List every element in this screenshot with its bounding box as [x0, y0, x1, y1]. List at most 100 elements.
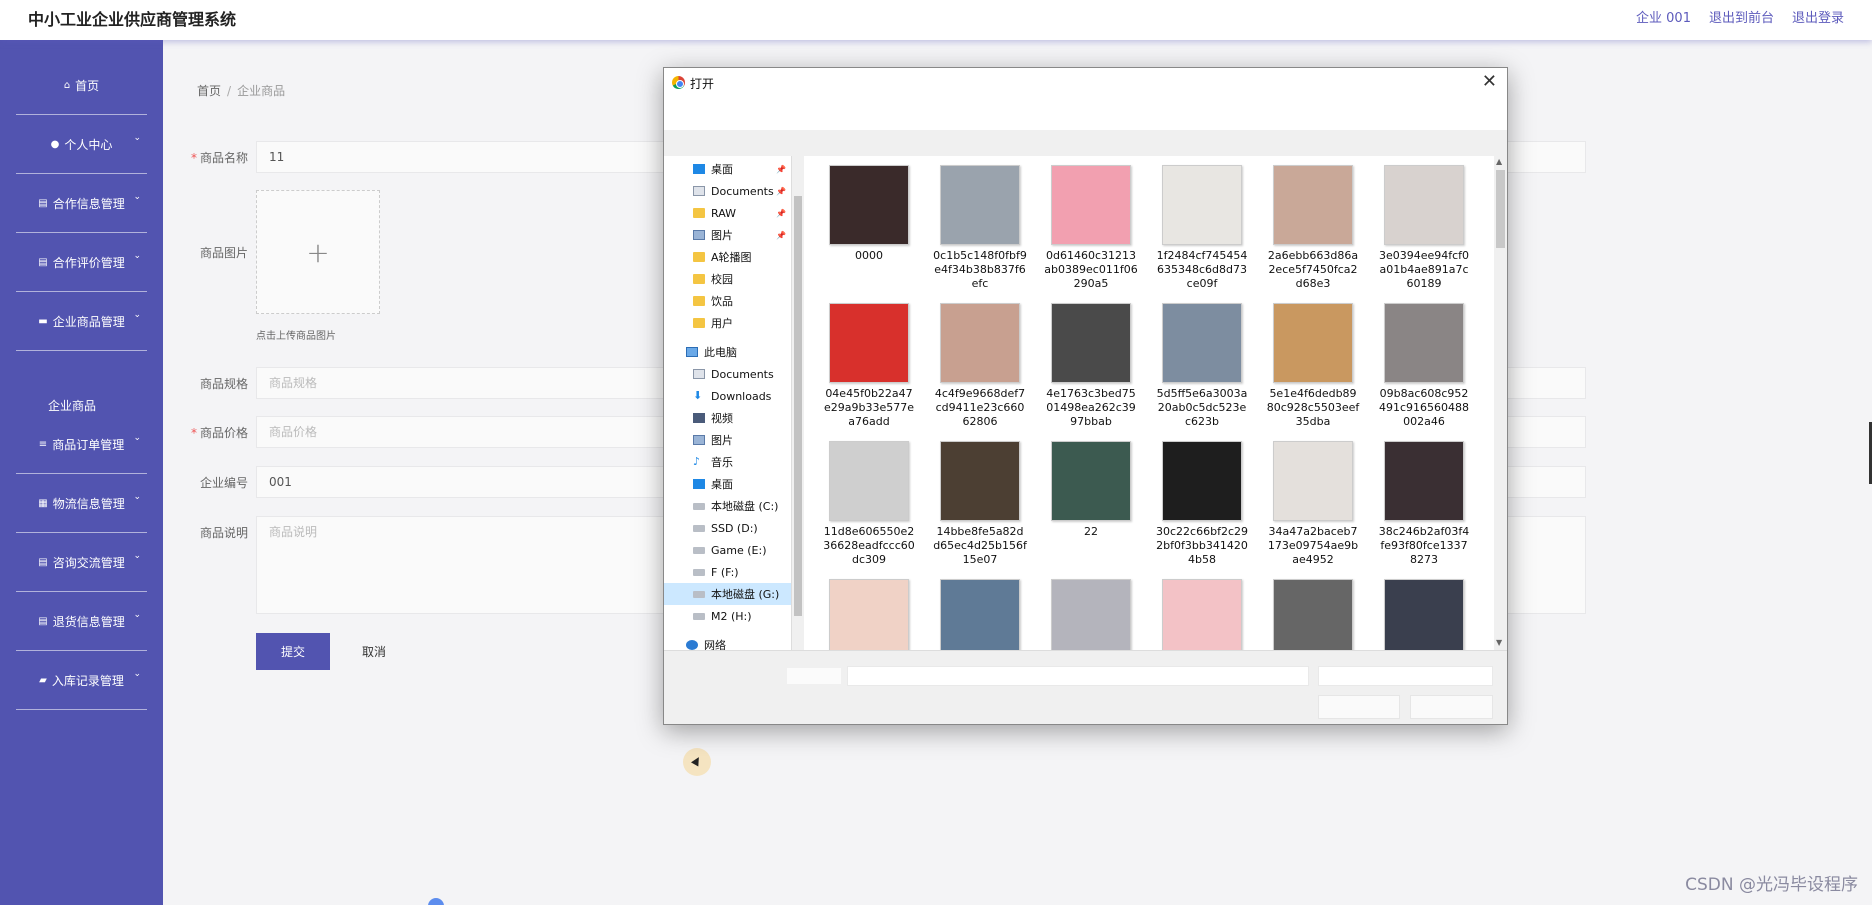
user-icon: ● [50, 138, 60, 150]
nav-item[interactable]: 本地磁盘 (C:) [664, 495, 791, 517]
nav-item[interactable]: 图片 [664, 429, 791, 451]
file-thumbnail [1051, 579, 1131, 650]
file-tile[interactable]: 4e1763c3bed7501498ea262c3997bbab [1036, 303, 1146, 429]
nav-item-label: 此电脑 [704, 346, 737, 359]
nav-item[interactable]: 用户 [664, 312, 791, 334]
file-tile[interactable]: 30c22c66bf2c292bf0f3bb3414204b58 [1147, 441, 1257, 567]
net-icon [686, 640, 698, 650]
file-tile[interactable]: 11d8e606550e236628eadfccc60dc309 [814, 441, 924, 567]
vid-icon [693, 413, 705, 423]
file-list-scrollbar[interactable]: ▲ ▼ [1494, 156, 1507, 650]
nav-item[interactable]: 本地磁盘 (G:) [664, 583, 791, 605]
cancel-button[interactable]: 取消 [352, 633, 396, 670]
logout-link[interactable]: 退出登录 [1792, 7, 1844, 26]
sidebar-item-label: 退货信息管理 [52, 614, 125, 629]
grid-icon: ▦ [38, 497, 48, 509]
filetype-select[interactable] [1318, 666, 1493, 686]
sidebar-item-label: 首页 [75, 78, 100, 93]
close-icon[interactable]: ✕ [1482, 71, 1497, 92]
file-name: 5d5ff5e6a3003a20ab0c5dc523ec623b [1156, 387, 1248, 428]
filename-input[interactable] [847, 666, 1309, 686]
file-tile[interactable]: 5e1e4f6dedb8980c928c5503eef35dba [1258, 303, 1368, 429]
nav-item[interactable]: SSD (D:) [664, 517, 791, 539]
sidebar-item-6[interactable]: ▦ 物流信息管理 ⌄ [16, 474, 147, 533]
sidebar-item-5[interactable]: ≡ 商品订单管理 ⌄ [16, 415, 147, 474]
nav-item[interactable]: Documents [664, 363, 791, 385]
mouse-cursor-icon [683, 748, 711, 776]
sidebar-item-9[interactable]: ▰ 入库记录管理 ⌄ [16, 651, 147, 710]
nav-item[interactable]: 网络 [664, 634, 791, 650]
scroll-down-icon[interactable]: ▼ [1496, 638, 1502, 647]
file-tile[interactable]: 2a6ebb663d86a2ece5f7450fca2d68e3 [1258, 165, 1368, 291]
sidebar-item-label: 物流信息管理 [52, 496, 125, 511]
breadcrumb-home[interactable]: 首页 [197, 84, 221, 98]
file-thumbnail [1051, 303, 1131, 383]
image-upload-box[interactable]: + [256, 190, 380, 314]
app-title: 中小工业企业供应商管理系统 [28, 10, 237, 29]
file-tile[interactable]: 0c1b5c148f0fbf9e4f34b38b837f6efc [925, 165, 1035, 291]
file-tile[interactable] [1369, 579, 1479, 650]
sidebar-subitem-company-goods[interactable]: 企业商品 [48, 397, 96, 414]
file-tile[interactable] [1147, 579, 1257, 650]
file-name: 04e45f0b22a47e29a9b33e577ea76add [823, 387, 914, 428]
pin-icon: 📌 [776, 230, 786, 240]
file-tile[interactable]: 34a47a2baceb7173e09754ae9bae4952 [1258, 441, 1368, 567]
sidebar-item-2[interactable]: ▤ 合作信息管理 ⌄ [16, 174, 147, 233]
nav-item[interactable]: 图片 📌 [664, 224, 791, 246]
nav-item[interactable]: 桌面 📌 [664, 158, 791, 180]
nav-item[interactable]: 此电脑 [664, 341, 791, 363]
nav-item[interactable]: RAW 📌 [664, 202, 791, 224]
nav-item[interactable]: 视频 [664, 407, 791, 429]
file-tile[interactable]: 04e45f0b22a47e29a9b33e577ea76add [814, 303, 924, 429]
nav-item-label: 用户 [711, 317, 733, 330]
sidebar-item-1[interactable]: ● 个人中心 ⌄ [16, 115, 147, 174]
company-link[interactable]: 企业 001 [1636, 7, 1691, 26]
sidebar-item-0[interactable]: ⌂ 首页 [16, 56, 147, 115]
file-list: 0000 0c1b5c148f0fbf9e4f34b38b837f6efc 0d61… [804, 156, 1494, 650]
sidebar-item-3[interactable]: ▤ 合作评价管理 ⌄ [16, 233, 147, 292]
file-tile[interactable]: 38c246b2af03f4fe93f80fce13378273 [1369, 441, 1479, 567]
file-name: 22 [1084, 525, 1098, 538]
file-thumbnail [1162, 165, 1242, 245]
file-tile[interactable]: 14bbe8fe5a82dd65ec4d25b156f15e07 [925, 441, 1035, 567]
pc-icon [686, 347, 698, 357]
nav-item[interactable]: ♪ 音乐 [664, 451, 791, 473]
nav-scrollbar[interactable] [792, 156, 804, 650]
open-button[interactable] [1318, 695, 1400, 719]
exit-to-front-link[interactable]: 退出到前台 [1709, 7, 1774, 26]
file-tile[interactable]: 0000 [814, 165, 924, 263]
sidebar-item-4[interactable]: ▬ 企业商品管理 ⌄ [16, 292, 147, 351]
file-tile[interactable]: 1f2484cf745454635348c6d8d73ce09f [1147, 165, 1257, 291]
submit-button[interactable]: 提交 [256, 633, 330, 670]
nav-item[interactable]: M2 (H:) [664, 605, 791, 627]
nav-item[interactable]: 校园 [664, 268, 791, 290]
nav-item[interactable]: F (F:) [664, 561, 791, 583]
nav-item[interactable]: 饮品 [664, 290, 791, 312]
file-tile[interactable] [814, 579, 924, 650]
nav-item[interactable]: Game (E:) [664, 539, 791, 561]
file-tile[interactable] [1258, 579, 1368, 650]
file-tile[interactable]: 3e0394ee94fcf0a01b4ae891a7c60189 [1369, 165, 1479, 291]
file-tile[interactable]: 4c4f9e9668def7cd9411e23c66062806 [925, 303, 1035, 429]
file-scroll-thumb[interactable] [1496, 170, 1505, 248]
sidebar-item-8[interactable]: ▤ 退货信息管理 ⌄ [16, 592, 147, 651]
file-tile[interactable] [925, 579, 1035, 650]
file-tile[interactable]: 09b8ac608c952491c916560488002a46 [1369, 303, 1479, 429]
nav-item[interactable]: A轮播图 [664, 246, 791, 268]
file-tile[interactable]: 0d61460c31213ab0389ec011f06290a5 [1036, 165, 1146, 291]
sidebar-item-7[interactable]: ▤ 咨询交流管理 ⌄ [16, 533, 147, 592]
nav-item[interactable]: 桌面 [664, 473, 791, 495]
ticket-icon: ▰ [39, 674, 47, 686]
scroll-up-icon[interactable]: ▲ [1496, 157, 1502, 166]
dialog-cancel-button[interactable] [1410, 695, 1493, 719]
file-tile[interactable] [1036, 579, 1146, 650]
nav-scroll-thumb[interactable] [794, 196, 802, 616]
file-tile[interactable]: 5d5ff5e6a3003a20ab0c5dc523ec623b [1147, 303, 1257, 429]
file-tile[interactable]: 22 [1036, 441, 1146, 539]
nav-item[interactable]: ⬇ Downloads [664, 385, 791, 407]
file-thumbnail [1273, 303, 1353, 383]
chevron-down-icon: ⌄ [133, 492, 141, 502]
nav-item[interactable]: Documents 📌 [664, 180, 791, 202]
nav-item-label: M2 (H:) [711, 609, 752, 623]
folder-icon [693, 208, 705, 218]
